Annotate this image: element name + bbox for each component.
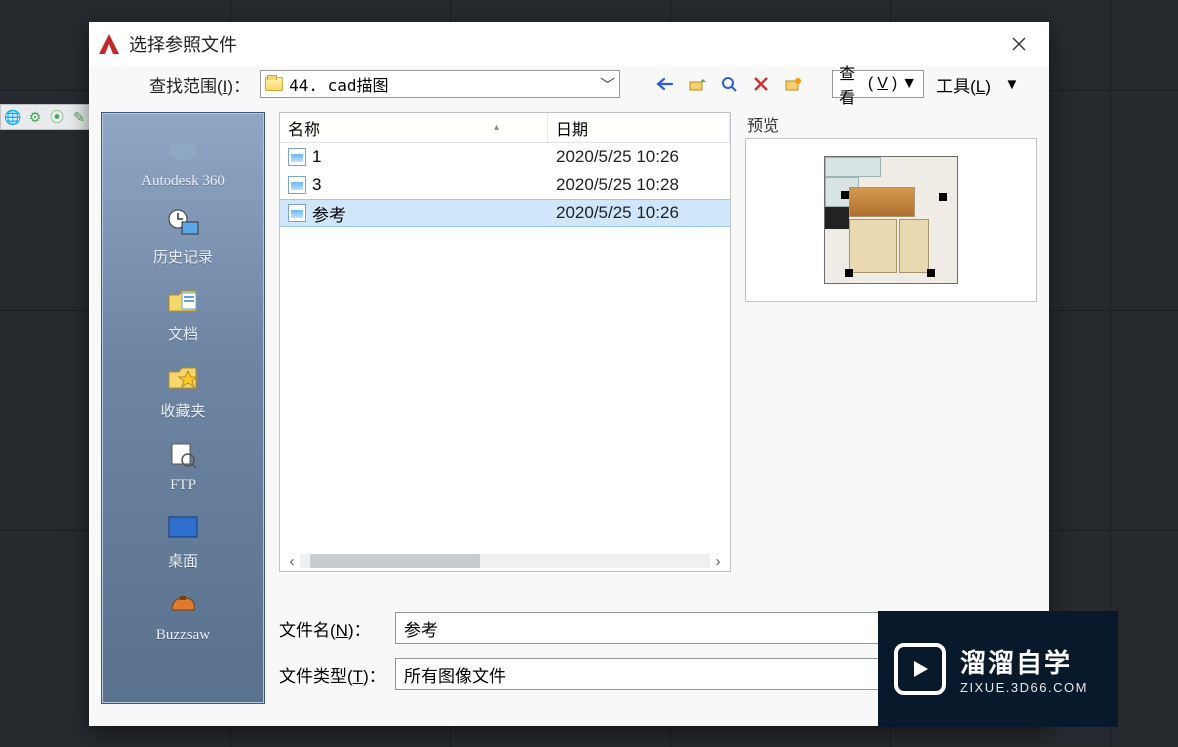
place-history[interactable]: 历史记录	[106, 202, 260, 271]
filetype-value: 所有图像文件	[404, 662, 506, 687]
preview-label: 预览	[745, 112, 1037, 136]
ftp-icon	[163, 437, 203, 471]
cloud-icon	[163, 133, 203, 167]
col-header-name[interactable]: 名称▴	[280, 113, 548, 142]
bg-icon-2[interactable]: ⚙	[25, 107, 45, 127]
tools-menu-button[interactable]: ▼	[1003, 76, 1021, 93]
up-button[interactable]	[684, 71, 710, 97]
toolbar: 查找范围(I)： 44. cad描图 ﹀ 查看(V) ▼ 工具(L) ▼	[89, 66, 1049, 102]
desktop-icon	[163, 510, 203, 544]
filename-label: 文件名(N)：	[279, 616, 395, 641]
folder-star-icon	[163, 360, 203, 394]
bg-icon-4[interactable]: ✎	[69, 107, 89, 127]
filename-value: 参考	[404, 616, 438, 641]
back-button[interactable]	[652, 71, 678, 97]
scroll-thumb[interactable]	[310, 554, 480, 568]
place-desktop[interactable]: 桌面	[106, 506, 260, 575]
bg-icon-3[interactable]: ⦿	[47, 107, 67, 127]
close-button[interactable]	[995, 22, 1043, 66]
place-autodesk360[interactable]: Autodesk 360	[106, 129, 260, 194]
dialog-title: 选择参照文件	[129, 31, 995, 57]
history-icon	[163, 206, 203, 240]
chevron-down-icon: ﹀	[600, 74, 615, 95]
horizontal-scrollbar[interactable]: ‹ ›	[280, 551, 730, 571]
preview-thumbnail	[824, 156, 958, 284]
watermark: 溜溜自学 ZIXUE.3D66.COM	[878, 611, 1118, 727]
delete-button[interactable]	[748, 71, 774, 97]
file-name: 3	[312, 175, 321, 195]
scroll-left-icon[interactable]: ‹	[284, 553, 300, 570]
file-row[interactable]: 3 2020/5/25 10:28	[280, 171, 730, 199]
file-list: 名称▴ 日期 1 2020/5/25 10:26 3 2020/5/25 10:28 参…	[279, 112, 731, 572]
bg-icon-1[interactable]: 🌐	[3, 107, 23, 127]
folder-icon	[265, 77, 283, 91]
file-list-header: 名称▴ 日期	[280, 113, 730, 143]
file-row[interactable]: 参考 2020/5/25 10:26	[280, 199, 730, 227]
place-ftp[interactable]: FTP	[106, 433, 260, 498]
places-bar: Autodesk 360 历史记录 文档 收藏夹 FTP 桌面	[101, 112, 265, 704]
image-file-icon	[288, 176, 306, 194]
titlebar: 选择参照文件	[89, 22, 1049, 66]
folder-docs-icon	[163, 283, 203, 317]
file-name: 参考	[312, 201, 346, 226]
place-favorites[interactable]: 收藏夹	[106, 356, 260, 425]
lookin-value: 44. cad描图	[289, 72, 594, 96]
image-file-icon	[288, 204, 306, 222]
buzzsaw-icon	[163, 587, 203, 621]
place-buzzsaw[interactable]: Buzzsaw	[106, 583, 260, 648]
place-documents[interactable]: 文档	[106, 279, 260, 348]
chevron-down-icon: ▼	[901, 75, 917, 93]
filetype-label: 文件类型(T)：	[279, 662, 395, 687]
sort-asc-icon: ▴	[494, 122, 499, 133]
file-name: 1	[312, 147, 321, 167]
lookin-combo[interactable]: 44. cad描图 ﹀	[260, 70, 620, 98]
view-combo[interactable]: 查看(V) ▼	[832, 70, 924, 98]
app-icon	[95, 30, 123, 58]
background-toolbar: 🌐 ⚙ ⦿ ✎	[0, 104, 100, 130]
scroll-right-icon[interactable]: ›	[710, 553, 726, 570]
file-date: 2020/5/25 10:26	[548, 147, 730, 167]
file-date: 2020/5/25 10:28	[548, 175, 730, 195]
tools-label: 工具(L)	[936, 72, 991, 97]
new-folder-button[interactable]	[780, 71, 806, 97]
image-file-icon	[288, 148, 306, 166]
col-header-date[interactable]: 日期	[548, 113, 730, 142]
lookin-label: 查找范围(I)：	[149, 72, 250, 97]
preview-box	[745, 138, 1037, 302]
watermark-line2: ZIXUE.3D66.COM	[960, 680, 1088, 695]
watermark-line1: 溜溜自学	[960, 643, 1088, 680]
file-row[interactable]: 1 2020/5/25 10:26	[280, 143, 730, 171]
search-web-button[interactable]	[716, 71, 742, 97]
play-icon	[894, 643, 946, 695]
file-date: 2020/5/25 10:26	[548, 203, 730, 223]
